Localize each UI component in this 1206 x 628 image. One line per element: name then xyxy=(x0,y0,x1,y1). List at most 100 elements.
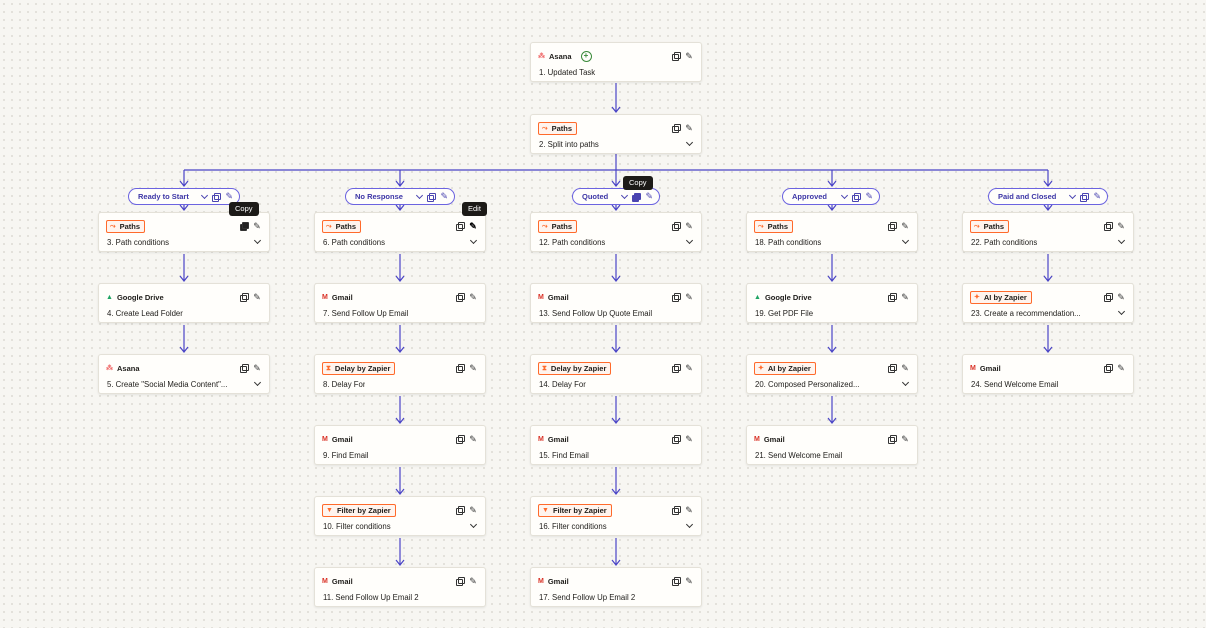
copy-icon[interactable] xyxy=(455,363,465,373)
chevron-down-icon[interactable] xyxy=(468,236,478,247)
step-card-16[interactable]: ▼ Filter by Zapier 16. Filter conditions ✎ xyxy=(530,496,702,536)
path-pill-paid-and-closed[interactable]: Paid and Closed ✎ xyxy=(988,188,1108,205)
step-card-12[interactable]: ⤳ Paths 12. Path conditions ✎ xyxy=(530,212,702,252)
step-card-2[interactable]: ⤳ Paths 2. Split into paths ✎ xyxy=(530,114,702,154)
copy-icon[interactable] xyxy=(887,221,897,231)
path-pill-no-response[interactable]: No Response ✎ xyxy=(345,188,455,205)
chevron-down-icon[interactable] xyxy=(468,520,478,531)
copy-icon[interactable] xyxy=(455,292,465,302)
edit-icon[interactable]: ✎ xyxy=(684,363,694,373)
step-card-22[interactable]: ⤳ Paths 22. Path conditions ✎ xyxy=(962,212,1134,252)
copy-icon[interactable] xyxy=(212,192,222,202)
step-card-1[interactable]: ⁂ Asana +1. Updated Task ✎ xyxy=(530,42,702,82)
chevron-down-icon[interactable] xyxy=(841,191,849,199)
copy-icon[interactable] xyxy=(887,292,897,302)
chevron-down-icon[interactable] xyxy=(1069,191,1077,199)
chevron-down-icon[interactable] xyxy=(416,191,424,199)
edit-icon[interactable]: ✎ xyxy=(468,576,478,586)
edit-icon[interactable]: ✎ xyxy=(684,434,694,444)
step-card-9[interactable]: M Gmail 9. Find Email ✎ xyxy=(314,425,486,465)
step-card-5[interactable]: ⁂ Asana 5. Create "Social Media Content"..… xyxy=(98,354,270,394)
edit-icon[interactable]: ✎ xyxy=(252,292,262,302)
copy-icon[interactable] xyxy=(887,434,897,444)
copy-icon[interactable] xyxy=(671,576,681,586)
step-card-21[interactable]: M Gmail 21. Send Welcome Email ✎ xyxy=(746,425,918,465)
chevron-down-icon[interactable] xyxy=(900,236,910,247)
edit-icon[interactable]: ✎ xyxy=(900,292,910,302)
path-pill-ready-to-start[interactable]: Ready to Start ✎ xyxy=(128,188,240,205)
step-card-8[interactable]: ⧗ Delay by Zapier 8. Delay For ✎ xyxy=(314,354,486,394)
edit-icon[interactable]: ✎ xyxy=(684,51,694,61)
edit-icon[interactable]: ✎ xyxy=(684,505,694,515)
edit-icon[interactable]: ✎ xyxy=(900,363,910,373)
edit-icon[interactable]: ✎ xyxy=(468,363,478,373)
chevron-down-icon[interactable] xyxy=(252,378,262,389)
copy-icon[interactable] xyxy=(1103,221,1113,231)
path-pill-approved[interactable]: Approved ✎ xyxy=(782,188,880,205)
edit-icon[interactable]: ✎ xyxy=(468,505,478,515)
copy-icon[interactable] xyxy=(239,292,249,302)
edit-icon[interactable]: ✎ xyxy=(684,576,694,586)
copy-icon[interactable] xyxy=(671,434,681,444)
copy-icon[interactable] xyxy=(1103,363,1113,373)
copy-icon[interactable] xyxy=(427,192,437,202)
copy-icon[interactable] xyxy=(455,505,465,515)
step-card-24[interactable]: M Gmail 24. Send Welcome Email ✎ xyxy=(962,354,1134,394)
edit-icon[interactable]: ✎ xyxy=(684,292,694,302)
step-card-19[interactable]: ▲ Google Drive 19. Get PDF File ✎ xyxy=(746,283,918,323)
edit-icon[interactable]: ✎ xyxy=(1093,192,1101,201)
edit-icon[interactable]: ✎ xyxy=(252,363,262,373)
step-card-6[interactable]: ⤳ Paths 6. Path conditions ✎ xyxy=(314,212,486,252)
copy-icon[interactable] xyxy=(455,576,465,586)
edit-icon[interactable]: ✎ xyxy=(865,192,873,201)
step-card-20[interactable]: ✦ AI by Zapier 20. Composed Personalized..… xyxy=(746,354,918,394)
copy-icon[interactable] xyxy=(455,434,465,444)
copy-icon[interactable] xyxy=(671,505,681,515)
step-card-23[interactable]: ✦ AI by Zapier 23. Create a recommendation… xyxy=(962,283,1134,323)
copy-icon[interactable] xyxy=(887,363,897,373)
copy-icon[interactable] xyxy=(1103,292,1113,302)
step-card-3[interactable]: ⤳ Paths 3. Path conditions ✎ xyxy=(98,212,270,252)
edit-icon[interactable]: ✎ xyxy=(1116,292,1126,302)
step-card-11[interactable]: M Gmail 11. Send Follow Up Email 2 ✎ xyxy=(314,567,486,607)
chevron-down-icon[interactable] xyxy=(1116,236,1126,247)
edit-icon[interactable]: ✎ xyxy=(252,221,262,231)
copy-icon[interactable] xyxy=(671,292,681,302)
edit-icon[interactable]: ✎ xyxy=(1116,221,1126,231)
step-card-14[interactable]: ⧗ Delay by Zapier 14. Delay For ✎ xyxy=(530,354,702,394)
copy-icon[interactable] xyxy=(239,221,249,231)
edit-icon[interactable]: ✎ xyxy=(468,292,478,302)
edit-icon[interactable]: ✎ xyxy=(468,221,478,231)
edit-icon[interactable]: ✎ xyxy=(645,192,653,201)
copy-icon[interactable] xyxy=(671,363,681,373)
step-card-10[interactable]: ▼ Filter by Zapier 10. Filter conditions ✎ xyxy=(314,496,486,536)
copy-icon[interactable] xyxy=(1080,192,1090,202)
add-icon[interactable]: + xyxy=(580,51,592,62)
copy-icon[interactable] xyxy=(671,123,681,133)
copy-icon[interactable] xyxy=(239,363,249,373)
copy-icon[interactable] xyxy=(632,192,642,202)
chevron-down-icon[interactable] xyxy=(621,191,629,199)
edit-icon[interactable]: ✎ xyxy=(225,192,233,201)
chevron-down-icon[interactable] xyxy=(201,191,209,199)
chevron-down-icon[interactable] xyxy=(252,236,262,247)
chevron-down-icon[interactable] xyxy=(684,236,694,247)
chevron-down-icon[interactable] xyxy=(900,378,910,389)
copy-icon[interactable] xyxy=(671,51,681,61)
step-card-18[interactable]: ⤳ Paths 18. Path conditions ✎ xyxy=(746,212,918,252)
step-card-17[interactable]: M Gmail 17. Send Follow Up Email 2 ✎ xyxy=(530,567,702,607)
copy-icon[interactable] xyxy=(852,192,862,202)
step-card-15[interactable]: M Gmail 15. Find Email ✎ xyxy=(530,425,702,465)
step-card-4[interactable]: ▲ Google Drive 4. Create Lead Folder ✎ xyxy=(98,283,270,323)
edit-icon[interactable]: ✎ xyxy=(468,434,478,444)
edit-icon[interactable]: ✎ xyxy=(684,123,694,133)
copy-icon[interactable] xyxy=(455,221,465,231)
chevron-down-icon[interactable] xyxy=(684,520,694,531)
edit-icon[interactable]: ✎ xyxy=(900,221,910,231)
step-card-7[interactable]: M Gmail 7. Send Follow Up Email ✎ xyxy=(314,283,486,323)
edit-icon[interactable]: ✎ xyxy=(1116,363,1126,373)
chevron-down-icon[interactable] xyxy=(684,138,694,149)
path-pill-quoted[interactable]: Quoted ✎ xyxy=(572,188,660,205)
edit-icon[interactable]: ✎ xyxy=(440,192,448,201)
edit-icon[interactable]: ✎ xyxy=(684,221,694,231)
